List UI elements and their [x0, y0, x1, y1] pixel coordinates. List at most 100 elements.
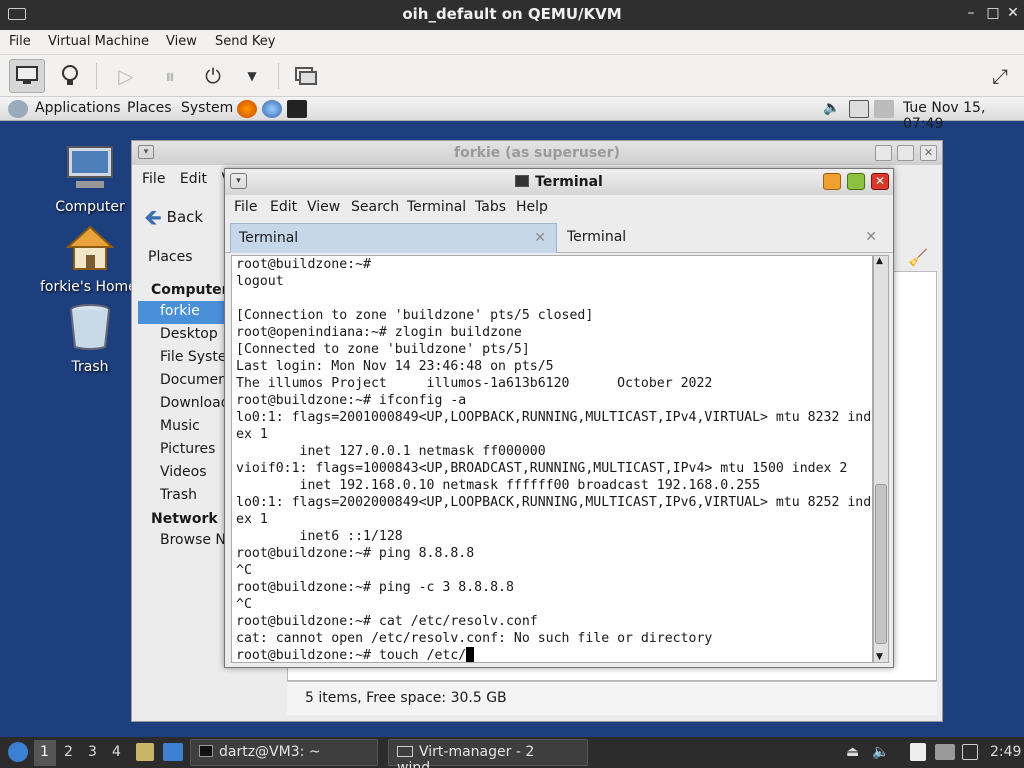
term-menu-file[interactable]: File [234, 199, 257, 215]
task-virt-manager[interactable]: Virt-manager - 2 wind... [388, 739, 588, 768]
workspace-1[interactable]: 1 [34, 740, 56, 766]
desktop-home[interactable]: forkie's Home [40, 225, 140, 295]
sidebar-item-documents[interactable]: Documents [138, 370, 228, 393]
terminal-line: root@buildzone:~# ping -c 3 8.8.8.8 [236, 580, 514, 595]
term-menu-tabs[interactable]: Tabs [475, 199, 506, 215]
play-icon[interactable]: ▷ [108, 59, 144, 93]
clipboard-icon[interactable] [910, 743, 926, 761]
sidebar-item-file-system[interactable]: File System [138, 347, 228, 370]
lightbulb-icon[interactable] [52, 59, 88, 93]
minimize-icon[interactable]: – [962, 5, 980, 21]
network-icon[interactable] [874, 100, 894, 118]
eject-icon[interactable]: ⏏ [846, 744, 859, 760]
terminal-scrollbar[interactable]: ▲ ▼ [873, 255, 889, 663]
close-icon[interactable]: ✕ [1004, 5, 1022, 21]
fm-menu-edit[interactable]: Edit [180, 171, 207, 187]
terminal-maximize-icon[interactable] [847, 173, 865, 190]
host-taskbar: 1 2 3 4 dartz@VM3: ~ Virt-manager - 2 wi… [0, 737, 1024, 768]
sidebar-item-browse-network[interactable]: Browse Network [138, 530, 228, 553]
term-menu-search[interactable]: Search [351, 199, 399, 215]
menu-send-key[interactable]: Send Key [215, 34, 275, 49]
desktop-trash[interactable]: Trash [40, 303, 140, 375]
term-menu-edit[interactable]: Edit [270, 199, 297, 215]
pause-icon[interactable]: ⏸ [152, 59, 188, 93]
terminal-window: ▾ Terminal ✕ File Edit View Search Termi… [224, 168, 894, 668]
task-terminal-label: dartz@VM3: ~ [219, 744, 321, 760]
tab-close-icon[interactable]: ✕ [534, 224, 546, 252]
clear-icon[interactable]: 🧹 [908, 248, 928, 267]
sidebar-item-desktop[interactable]: Desktop [138, 324, 228, 347]
firefox-icon[interactable] [237, 100, 257, 118]
panel-clock[interactable]: Tue Nov 15, 07:49 [903, 100, 1024, 132]
terminal-window-menu-icon[interactable]: ▾ [230, 173, 247, 189]
fm-menu-file[interactable]: File [142, 171, 165, 187]
workspace-3[interactable]: 3 [88, 744, 97, 760]
sidebar-item-downloads[interactable]: Downloads [138, 393, 228, 416]
fm-minimize-icon[interactable] [875, 145, 892, 161]
maximize-icon[interactable]: □ [984, 5, 1002, 21]
dropdown-icon[interactable]: ▼ [234, 59, 270, 93]
taskbar-clock[interactable]: 2:49 [990, 744, 1021, 760]
thunderbird-icon[interactable] [262, 100, 282, 118]
tab-close-icon[interactable]: ✕ [865, 223, 877, 251]
term-menu-terminal[interactable]: Terminal [407, 199, 466, 215]
system-menu[interactable]: System [181, 100, 233, 116]
terminal-line: cat: cannot open /etc/resolv.conf: No su… [236, 631, 713, 646]
scroll-up-icon[interactable]: ▲ [876, 256, 883, 266]
taskbar-network-icon[interactable] [935, 744, 955, 760]
terminal-line: ex 1 [236, 512, 268, 527]
terminal-launcher-icon[interactable] [287, 100, 307, 118]
volume-icon[interactable]: 🔈 [823, 100, 840, 116]
menu-virtual-machine[interactable]: Virtual Machine [48, 34, 149, 49]
power-icon[interactable]: ⏻ [195, 59, 231, 93]
sidebar-item-videos[interactable]: Videos [138, 462, 228, 485]
sidebar-item-pictures[interactable]: Pictures [138, 439, 228, 462]
sidebar-item-trash[interactable]: Trash [138, 485, 228, 508]
terminal-icon [199, 745, 213, 757]
screenshot-icon[interactable] [288, 59, 324, 93]
fm-maximize-icon[interactable] [897, 145, 914, 161]
fm-close-icon[interactable]: ✕ [920, 145, 937, 161]
term-menu-view[interactable]: View [307, 199, 340, 215]
terminal-prompt-line: root@buildzone:~# touch /etc/ [236, 648, 467, 663]
terminal-line: root@buildzone:~# ifconfig -a [236, 393, 467, 408]
back-arrow-icon: 🡸 [144, 206, 162, 231]
terminal-line: vioif0:1: flags=1000843<UP,BROADCAST,RUN… [236, 461, 848, 476]
desktop-computer[interactable]: Computer [40, 145, 140, 215]
file-manager-launcher-icon[interactable] [136, 743, 154, 761]
sidebar-section-computer: Computer [151, 282, 229, 298]
show-desktop-icon[interactable] [163, 743, 183, 761]
places-menu[interactable]: Places [127, 100, 172, 116]
terminal-close-icon[interactable]: ✕ [871, 173, 889, 190]
terminal-scroll-thumb[interactable] [875, 484, 887, 644]
sidebar-section-network: Network [151, 511, 218, 527]
monitor-icon[interactable] [9, 59, 45, 93]
fm-window-menu-icon[interactable]: ▾ [138, 145, 154, 159]
tab-terminal-2[interactable]: Terminal ✕ [559, 223, 887, 253]
tab-terminal-1[interactable]: Terminal ✕ [230, 223, 557, 253]
terminal-line: The illumos Project illumos-1a613b6120 O… [236, 376, 713, 391]
menu-view[interactable]: View [166, 34, 197, 49]
terminal-output[interactable]: root@buildzone:~# logout [Connection to zo… [231, 255, 873, 663]
notifications-icon[interactable] [962, 744, 978, 760]
terminal-minimize-icon[interactable] [823, 173, 841, 190]
terminal-line: root@buildzone:~# ping 8.8.8.8 [236, 546, 475, 561]
applications-menu[interactable]: Applications [35, 100, 121, 116]
task-terminal[interactable]: dartz@VM3: ~ [190, 739, 378, 766]
gnome-foot-icon[interactable] [8, 100, 28, 118]
scroll-down-icon[interactable]: ▼ [876, 652, 883, 662]
workspace-4[interactable]: 4 [112, 744, 121, 760]
menu-file[interactable]: File [9, 34, 31, 49]
workspace-2[interactable]: 2 [64, 744, 73, 760]
terminal-line: ^C [236, 563, 252, 578]
fullscreen-icon[interactable]: ⤢ [982, 59, 1018, 93]
fm-places-label[interactable]: Places [148, 249, 193, 265]
sidebar-item-music[interactable]: Music [138, 416, 228, 439]
term-menu-help[interactable]: Help [516, 199, 548, 215]
fm-back-button[interactable]: 🡸 Back [144, 201, 203, 239]
terminal-icon [515, 175, 530, 187]
start-menu-icon[interactable] [8, 742, 28, 762]
sidebar-item-forkie[interactable]: forkie [138, 301, 228, 324]
clock-applet-icon[interactable] [849, 100, 869, 118]
taskbar-volume-icon[interactable]: 🔈 [872, 744, 889, 760]
